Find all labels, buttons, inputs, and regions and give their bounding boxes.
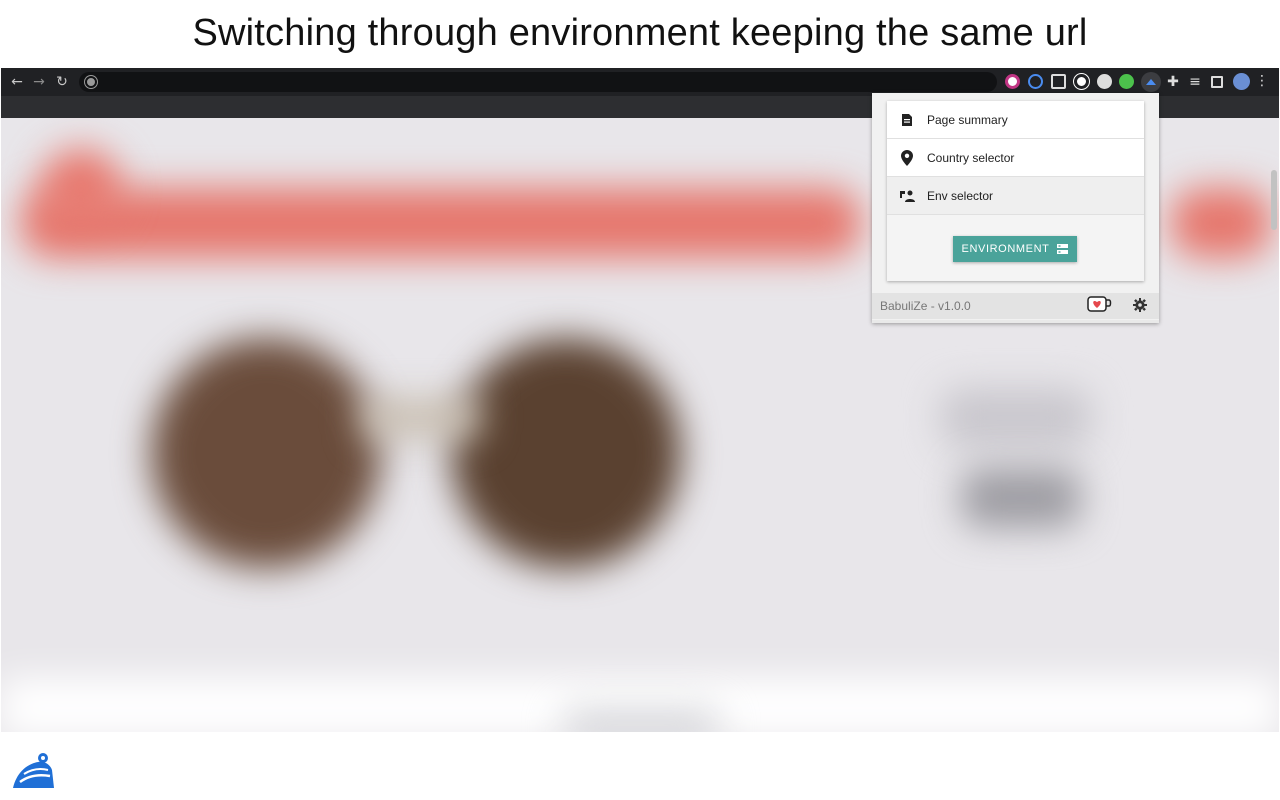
address-bar[interactable] <box>79 72 997 92</box>
menu-item-label: Country selector <box>927 150 1015 165</box>
menu-item-country-selector[interactable]: Country selector <box>887 139 1144 177</box>
babulize-logo <box>10 752 56 797</box>
popup-menu: Page summary Country selector Env select… <box>887 101 1144 281</box>
popup-footer: BabuliZe - v1.0.0 <box>872 293 1159 319</box>
version-label: BabuliZe - v1.0.0 <box>880 299 971 313</box>
blurred-footer-item <box>561 708 721 732</box>
menu-item-env-selector[interactable]: Env selector <box>887 177 1144 215</box>
blurred-left-lens <box>151 338 381 568</box>
blurred-logo <box>41 148 121 228</box>
reload-icon[interactable]: ↻ <box>54 74 70 90</box>
arrow-right-icon[interactable]: → <box>31 74 47 90</box>
environment-icon <box>887 189 927 203</box>
gear-icon[interactable] <box>1133 298 1147 317</box>
window-icon[interactable] <box>1051 74 1066 89</box>
sidepanel-icon[interactable] <box>1211 76 1223 88</box>
kebab-menu-icon[interactable]: ⋮ <box>1255 73 1269 89</box>
menu-item-page-summary[interactable]: Page summary <box>887 101 1144 139</box>
blurred-header-banner <box>21 188 861 258</box>
blurred-header-right <box>1171 188 1271 258</box>
blurred-side-text <box>941 388 1091 448</box>
profile-avatar[interactable] <box>1233 73 1250 90</box>
extension-popup: Page summary Country selector Env select… <box>872 93 1159 323</box>
c-circle-icon[interactable] <box>1074 74 1089 89</box>
kofi-heart-cup-icon[interactable] <box>1087 296 1113 319</box>
site-info-icon[interactable] <box>85 76 97 88</box>
puzzle-badge-icon[interactable] <box>1097 74 1112 89</box>
popup-bottom-edge <box>872 320 1159 323</box>
menu-item-label: Env selector <box>927 188 994 203</box>
environment-button-label: ENVIRONMENT <box>961 243 1050 255</box>
page-caption: Switching through environment keeping th… <box>192 12 1088 54</box>
green-badge-icon[interactable] <box>1119 74 1134 89</box>
arrow-left-icon[interactable]: ← <box>9 74 25 90</box>
env-selector-panel: ENVIRONMENT <box>887 215 1144 281</box>
menu-item-label: Page summary <box>927 112 1008 127</box>
babulize-icon[interactable] <box>1141 72 1161 92</box>
location-pin-icon <box>887 149 927 166</box>
media-icon[interactable]: ≡ <box>1187 74 1203 90</box>
server-icon <box>1057 244 1069 254</box>
puzzle-icon[interactable]: ✚ <box>1165 74 1181 90</box>
instagram-icon[interactable] <box>1005 74 1020 89</box>
blurred-right-lens <box>451 338 681 568</box>
blurred-side-button <box>961 468 1081 528</box>
document-icon <box>887 113 927 127</box>
page-scrollbar[interactable] <box>1271 170 1277 230</box>
blurred-bridge <box>361 398 481 438</box>
browser-toolbar: ← → ↻ ✚ ≡ ⋮ <box>1 68 1279 96</box>
environment-button[interactable]: ENVIRONMENT <box>953 236 1077 262</box>
link-icon[interactable] <box>1028 74 1043 89</box>
